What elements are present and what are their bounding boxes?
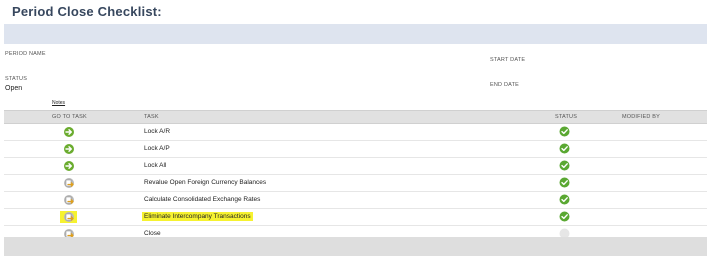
header-status: STATUS [555,114,578,120]
checkmark-icon [559,211,570,222]
task-label[interactable]: Lock A/P [144,145,170,152]
checkmark-icon [559,160,570,171]
notes-link[interactable]: Notes [52,100,65,106]
document-arrow-icon[interactable] [63,194,75,206]
checklist-table: GO TO TASK TASK STATUS MODIFIED BY Lock … [4,110,707,243]
task-label-text: Revalue Open Foreign Currency Balances [144,179,267,186]
table-header: GO TO TASK TASK STATUS MODIFIED BY [4,110,707,124]
period-name-label: PERIOD NAME [5,51,46,57]
checkmark-icon [559,143,570,154]
checkmark-icon [559,126,570,137]
table-row: Lock A/P [4,141,707,158]
task-label-text: Lock A/P [144,145,170,152]
green-arrow-icon[interactable] [63,160,75,172]
document-arrow-icon[interactable] [63,211,75,223]
task-label-text: Lock A/R [144,128,171,135]
table-body: Lock A/R Lock A/P Lock All Revalue Open For… [4,124,707,243]
checkmark-icon [559,194,570,205]
task-label[interactable]: Lock A/R [144,128,170,135]
table-row: Lock All [4,158,707,175]
task-label-text: Close [144,230,161,237]
table-row: Lock A/R [4,124,707,141]
task-label[interactable]: Revalue Open Foreign Currency Balances [144,179,266,186]
task-label[interactable]: Calculate Consolidated Exchange Rates [144,196,260,203]
end-date-label: END DATE [490,82,520,88]
status-value: Open [5,85,23,92]
table-row: Calculate Consolidated Exchange Rates [4,192,707,209]
header-go-to-task: GO TO TASK [52,114,87,120]
footer-band [4,237,707,256]
table-row: Revalue Open Foreign Currency Balances [4,175,707,192]
header-task: TASK [144,114,159,120]
task-label[interactable]: Close [144,230,161,237]
header-modified-by: MODIFIED BY [622,114,660,120]
checkmark-icon [559,177,570,188]
green-arrow-icon[interactable] [63,143,75,155]
page-title: Period Close Checklist: [12,4,162,19]
status-label: STATUS [5,76,28,82]
task-label-text: Eliminate Intercompany Transactions [142,212,253,221]
start-date-label: START DATE [490,57,526,63]
task-label-text: Lock All [144,162,167,169]
table-row: Eliminate Intercompany Transactions [4,209,707,226]
header-band [4,24,707,44]
task-label[interactable]: Eliminate Intercompany Transactions [142,212,253,221]
task-label-text: Calculate Consolidated Exchange Rates [144,196,261,203]
document-arrow-icon[interactable] [63,177,75,189]
task-label[interactable]: Lock All [144,162,166,169]
green-arrow-icon[interactable] [63,126,75,138]
